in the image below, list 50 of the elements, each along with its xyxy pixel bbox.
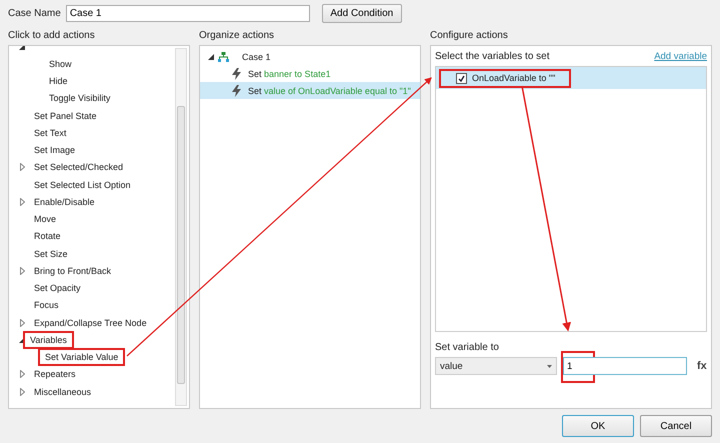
case-tree-icon <box>218 52 229 62</box>
panel-title: Click to add actions <box>8 30 96 41</box>
mode-dropdown[interactable]: value <box>435 357 557 375</box>
action-tree-item[interactable]: Set Opacity <box>27 279 88 298</box>
action-tree-item[interactable]: Set Text <box>27 124 74 142</box>
set-variable-label: Set variable to <box>435 342 500 353</box>
action-text[interactable]: Set banner to State1 <box>248 68 331 79</box>
case-name-field[interactable]: Case 1 <box>66 4 310 22</box>
lightning-icon <box>232 84 241 97</box>
checkbox[interactable] <box>456 72 467 84</box>
fx-button[interactable]: fx <box>697 360 707 372</box>
select-variables-label: Select the variables to set <box>435 51 550 62</box>
collapsed-triangle-icon[interactable] <box>20 318 24 327</box>
dialog-button[interactable]: Cancel <box>640 415 712 437</box>
action-tree-item[interactable]: Miscellaneous <box>27 382 98 401</box>
action-tree-item[interactable]: Expand/Collapse Tree Node <box>27 314 154 332</box>
expanded-triangle-icon[interactable] <box>208 54 214 60</box>
action-tree-item[interactable]: Set Variable Value <box>38 348 126 366</box>
panel-title: Organize actions <box>199 30 276 41</box>
action-tree-item[interactable]: Enable/Disable <box>27 192 102 211</box>
collapsed-triangle-icon[interactable] <box>20 163 24 172</box>
dialog-button[interactable]: OK <box>562 415 634 437</box>
action-tree-item[interactable]: Focus <box>27 296 66 314</box>
action-tree-item[interactable]: Bring to Front/Back <box>27 262 118 280</box>
action-tree-item[interactable]: Repeaters <box>27 365 83 384</box>
scrollbar[interactable] <box>175 48 187 406</box>
action-tree-item[interactable]: Move <box>27 210 64 228</box>
action-tree-item[interactable]: Show <box>42 54 79 73</box>
add-variable-link[interactable]: Add variable <box>654 51 707 62</box>
action-tree-item[interactable]: Hide <box>42 72 75 90</box>
collapsed-triangle-icon[interactable] <box>20 198 24 206</box>
action-tree-item[interactable]: Rotate <box>27 227 68 246</box>
case-name-label: Case Name <box>8 8 61 18</box>
action-tree-item[interactable]: Set Size <box>27 244 75 263</box>
add-condition-button[interactable]: Add Condition <box>322 4 402 22</box>
collapsed-triangle-icon[interactable] <box>20 266 24 275</box>
case-item[interactable]: Case 1 <box>235 48 278 66</box>
collapsed-triangle-icon[interactable] <box>20 388 24 396</box>
collapsed-triangle-icon[interactable] <box>20 370 24 378</box>
action-tree-item[interactable]: Toggle Visibility <box>42 89 118 108</box>
action-tree-item[interactable]: Variables <box>23 330 74 349</box>
value-field[interactable]: 1 <box>563 357 687 375</box>
caret-icon[interactable] <box>547 364 552 368</box>
action-tree-item[interactable]: Set Selected List Option <box>27 176 138 194</box>
action-tree-item[interactable]: Set Selected/Checked <box>27 158 130 176</box>
action-tree-item[interactable]: Set Panel State <box>27 106 104 125</box>
panel-title: Configure actions <box>430 30 509 41</box>
lightning-icon <box>232 68 241 80</box>
expanded-triangle-icon[interactable] <box>19 336 25 343</box>
action-tree-item[interactable]: Set Image <box>27 141 82 160</box>
